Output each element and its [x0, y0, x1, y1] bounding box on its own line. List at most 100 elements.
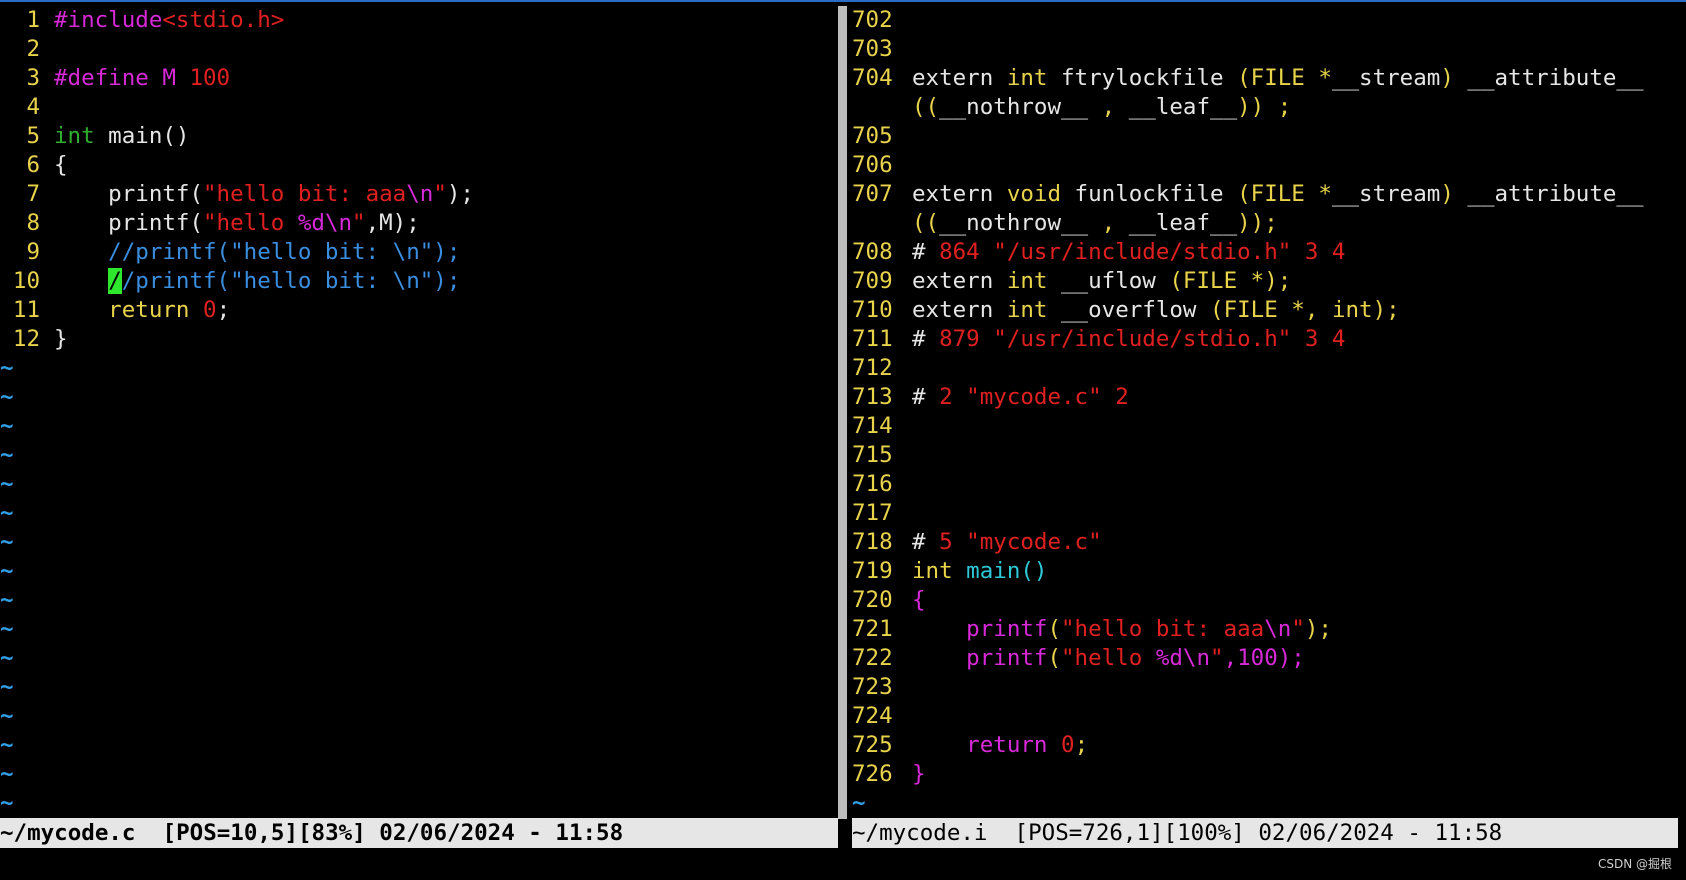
code-line[interactable]: 705: [852, 122, 1686, 151]
code-text: extern void funlockfile (FILE *__stream)…: [912, 181, 1644, 207]
code-text: return 0;: [912, 732, 1088, 758]
code-line[interactable]: 713 # 2 "mycode.c" 2: [852, 383, 1686, 412]
code-line[interactable]: 707 extern void funlockfile (FILE *__stre…: [852, 180, 1686, 209]
code-token: (FILE *: [1237, 65, 1332, 91]
empty-buffer-line: ~: [0, 557, 838, 586]
code-line[interactable]: 725 return 0;: [852, 731, 1686, 760]
line-number: 703: [852, 36, 893, 62]
vertical-split-separator[interactable]: [838, 6, 847, 819]
code-line[interactable]: 702: [852, 6, 1686, 35]
code-text: #define M 100: [54, 65, 230, 91]
code-line[interactable]: 720 {: [852, 586, 1686, 615]
code-line[interactable]: 6{: [0, 151, 838, 180]
code-text: # 5 "mycode.c": [912, 529, 1102, 555]
tilde-marker: ~: [0, 529, 14, 555]
code-token: 0: [203, 297, 217, 323]
code-token: ): [1440, 181, 1468, 207]
window-top-border: [0, 0, 1686, 2]
code-token: void: [1006, 181, 1062, 207]
code-line[interactable]: 710 extern int __overflow (FILE *, int);: [852, 296, 1686, 325]
code-line[interactable]: 8 printf("hello %d\n",M);: [0, 209, 838, 238]
code-line[interactable]: 719 int main(): [852, 557, 1686, 586]
code-text: printf("hello %d\n",M);: [54, 210, 420, 236]
tilde-marker: ~: [0, 645, 14, 671]
code-text: # 2 "mycode.c" 2: [912, 384, 1129, 410]
code-line[interactable]: 3 #define M 100: [0, 64, 838, 93]
code-line[interactable]: 7 printf("hello bit: aaa\n");: [0, 180, 838, 209]
text-cursor: /: [108, 268, 122, 294]
empty-buffer-line: ~: [0, 470, 838, 499]
code-line[interactable]: 704 extern int ftrylockfile (FILE *__stre…: [852, 64, 1686, 93]
code-text: }: [54, 326, 68, 352]
code-line[interactable]: 718 # 5 "mycode.c": [852, 528, 1686, 557]
code-token: int: [1006, 65, 1048, 91]
code-token: \n: [406, 181, 434, 207]
code-line[interactable]: 712: [852, 354, 1686, 383]
code-line[interactable]: 703: [852, 35, 1686, 64]
tilde-marker: ~: [0, 384, 14, 410]
code-token: (FILE *: [1237, 181, 1332, 207]
line-number: 9: [26, 239, 40, 265]
code-token: (: [1047, 616, 1062, 642]
line-number: 712: [852, 355, 893, 381]
line-number: 708: [852, 239, 893, 265]
code-token: ((: [912, 94, 940, 120]
line-number: 710: [852, 297, 893, 323]
code-token: ": [1210, 645, 1224, 671]
code-token: 2 "mycode.c" 2: [939, 384, 1129, 410]
code-token: ((: [912, 210, 940, 236]
code-text: ((__nothrow__ , __leaf__)) ;: [912, 94, 1291, 120]
code-line[interactable]: 706: [852, 151, 1686, 180]
code-line[interactable]: 722 printf("hello %d\n",100);: [852, 644, 1686, 673]
code-text: printf("hello bit: aaa\n");: [54, 181, 474, 207]
empty-buffer-line: ~: [0, 383, 838, 412]
line-number: 6: [26, 152, 40, 178]
line-number: 3: [26, 65, 40, 91]
code-line[interactable]: 2: [0, 35, 838, 64]
line-number: 709: [852, 268, 893, 294]
code-token: return: [54, 297, 204, 323]
code-line[interactable]: 1 #include<stdio.h>: [0, 6, 838, 35]
code-line[interactable]: ((__nothrow__ , __leaf__));: [852, 209, 1686, 238]
code-line[interactable]: 715: [852, 441, 1686, 470]
code-line[interactable]: 726}: [852, 760, 1686, 789]
code-line[interactable]: 724: [852, 702, 1686, 731]
code-line[interactable]: 11 return 0;: [0, 296, 838, 325]
code-token: int: [912, 558, 953, 584]
line-number: 4: [26, 94, 40, 120]
code-token: #define: [54, 65, 163, 91]
code-line[interactable]: 9 //printf("hello bit: \n");: [0, 238, 838, 267]
code-text: int main(): [912, 558, 1047, 584]
code-line[interactable]: 723: [852, 673, 1686, 702]
code-line[interactable]: 709 extern int __uflow (FILE *);: [852, 267, 1686, 296]
code-line[interactable]: 10 //printf("hello bit: \n");: [0, 267, 838, 296]
code-line[interactable]: 708 # 864 "/usr/include/stdio.h" 3 4: [852, 238, 1686, 267]
tilde-marker: ~: [0, 616, 14, 642]
code-line[interactable]: 721 printf("hello bit: aaa\n");: [852, 615, 1686, 644]
line-number: 717: [852, 500, 893, 526]
code-token: "hello: [203, 210, 298, 236]
left-status-line: ~/mycode.c [POS=10,5][83%] 02/06/2024 - …: [0, 818, 838, 848]
tilde-marker: ~: [0, 761, 14, 787]
left-editor-pane[interactable]: 1 #include<stdio.h> 2 3 #define M 100 4 5 int m…: [0, 6, 838, 819]
code-line[interactable]: ((__nothrow__ , __leaf__)) ;: [852, 93, 1686, 122]
tilde-marker: ~: [852, 790, 866, 816]
code-line[interactable]: 12}: [0, 325, 838, 354]
code-token: __leaf__: [1128, 94, 1238, 120]
code-line[interactable]: 5 int main(): [0, 122, 838, 151]
code-line[interactable]: 717: [852, 499, 1686, 528]
code-token: #: [912, 529, 940, 555]
line-number: 7: [26, 181, 40, 207]
code-text: {: [54, 152, 68, 178]
right-editor-pane[interactable]: 702 703 704 extern int ftrylockfile (FILE *…: [852, 6, 1686, 819]
code-line[interactable]: 714: [852, 412, 1686, 441]
code-line[interactable]: 716: [852, 470, 1686, 499]
code-token: )) ;: [1237, 94, 1292, 120]
code-token: printf: [912, 616, 1048, 642]
code-token: 100: [189, 65, 231, 91]
line-number: 720: [852, 587, 893, 613]
code-line[interactable]: 711 # 879 "/usr/include/stdio.h" 3 4: [852, 325, 1686, 354]
code-token: #: [912, 326, 940, 352]
code-line[interactable]: 4: [0, 93, 838, 122]
line-number: 706: [852, 152, 893, 178]
